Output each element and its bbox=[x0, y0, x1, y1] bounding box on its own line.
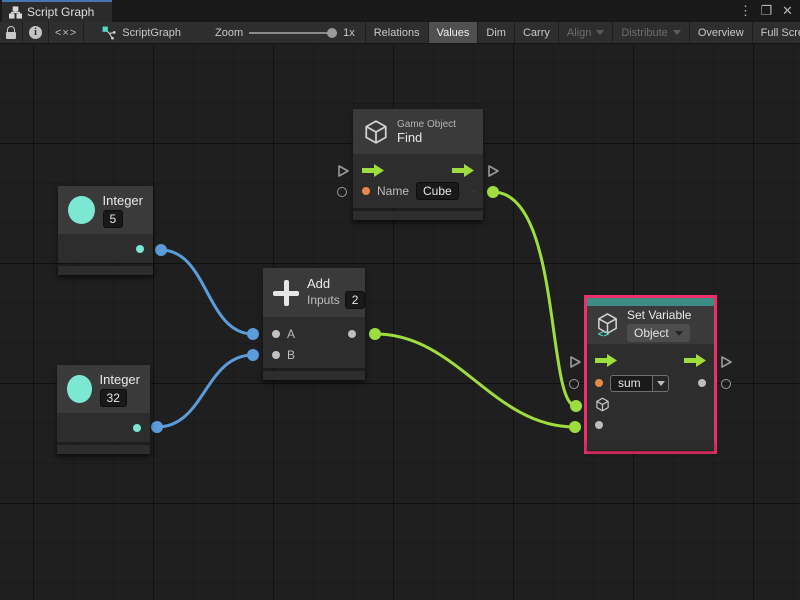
variable-kind-strip bbox=[587, 298, 714, 306]
value-port-marker[interactable] bbox=[337, 187, 347, 197]
script-graph-window: Script Graph ⋮ ❐ ✕ i <×> Script bbox=[0, 0, 800, 600]
chevron-down-icon bbox=[673, 30, 681, 35]
port-b-label: B bbox=[287, 348, 295, 362]
flow-in-arrow-icon[interactable] bbox=[595, 354, 617, 367]
window-menu-button[interactable]: ⋮ bbox=[737, 2, 754, 20]
node-integer-5[interactable]: Integer 5 bbox=[58, 186, 153, 275]
relations-toggle[interactable]: Relations bbox=[366, 22, 429, 43]
flow-port-marker[interactable] bbox=[720, 355, 733, 374]
overview-button[interactable]: Overview bbox=[690, 22, 753, 43]
node-footer bbox=[263, 371, 365, 380]
flow-out-arrow-icon[interactable] bbox=[684, 354, 706, 367]
value-input-port[interactable] bbox=[595, 421, 603, 429]
variable-scope-dropdown[interactable]: Object bbox=[627, 324, 690, 342]
node-title: Add bbox=[307, 276, 365, 291]
variable-name-port[interactable] bbox=[595, 379, 603, 387]
node-add[interactable]: Add Inputs 2 A B bbox=[263, 268, 365, 380]
output-port[interactable] bbox=[348, 330, 356, 338]
inputs-count-field[interactable]: 2 bbox=[345, 291, 366, 309]
inputs-label: Inputs bbox=[307, 293, 340, 307]
integer-literal-icon bbox=[67, 375, 92, 403]
info-icon: i bbox=[29, 26, 42, 39]
name-label: Name bbox=[377, 184, 409, 198]
carry-toggle[interactable]: Carry bbox=[515, 22, 559, 43]
zoom-slider-handle[interactable] bbox=[327, 28, 337, 38]
flow-port-marker[interactable] bbox=[487, 164, 500, 183]
zoom-control: Zoom 1x bbox=[205, 22, 365, 43]
tab-script-graph[interactable]: Script Graph bbox=[2, 0, 112, 22]
flow-in-arrow-icon[interactable] bbox=[362, 164, 384, 177]
game-object-cube-icon bbox=[363, 119, 389, 145]
node-title: Set Variable bbox=[627, 308, 691, 322]
window-controls: ⋮ ❐ ✕ bbox=[737, 0, 796, 22]
game-object-output-port[interactable] bbox=[473, 183, 474, 199]
integer-literal-icon bbox=[68, 196, 95, 224]
lock-icon bbox=[6, 26, 16, 39]
close-button[interactable]: ✕ bbox=[779, 2, 796, 20]
node-category: Game Object bbox=[397, 119, 456, 130]
variable-name-dropdown[interactable]: sum bbox=[610, 375, 669, 392]
node-title: Integer bbox=[100, 372, 140, 387]
title-bar: Script Graph ⋮ ❐ ✕ bbox=[0, 0, 800, 22]
node-integer-32[interactable]: Integer 32 bbox=[57, 365, 150, 454]
code-icon: <×> bbox=[55, 27, 77, 39]
node-title: Integer bbox=[103, 193, 143, 208]
tab-title: Script Graph bbox=[27, 5, 94, 19]
graph-toolbar: i <×> ScriptGraph Zoom 1x Relations Valu… bbox=[0, 22, 800, 44]
script-graph-icon bbox=[102, 26, 116, 40]
chevron-down-icon bbox=[675, 331, 683, 336]
port-a-label: A bbox=[287, 327, 295, 341]
value-port-marker[interactable] bbox=[569, 379, 579, 389]
zoom-slider[interactable] bbox=[249, 27, 337, 39]
graph-breadcrumb[interactable]: ScriptGraph bbox=[92, 22, 191, 43]
node-title: Find bbox=[397, 130, 456, 145]
svg-text:<>: <> bbox=[598, 329, 610, 338]
edit-script-button[interactable]: <×> bbox=[49, 22, 84, 43]
values-toggle[interactable]: Values bbox=[429, 22, 479, 43]
graph-canvas[interactable]: Integer 5 Integer 32 bbox=[0, 44, 800, 600]
value-output-port[interactable] bbox=[698, 379, 706, 387]
fullscreen-button[interactable]: Full Screen bbox=[753, 22, 800, 43]
name-value-field[interactable]: Cube bbox=[416, 182, 459, 200]
name-input-port[interactable] bbox=[362, 187, 370, 195]
flow-out-arrow-icon[interactable] bbox=[452, 164, 474, 177]
set-variable-icon: <> bbox=[595, 313, 620, 338]
flow-port-marker[interactable] bbox=[569, 355, 582, 374]
align-dropdown[interactable]: Align bbox=[559, 22, 613, 43]
input-port-b[interactable] bbox=[272, 351, 280, 359]
zoom-value: 1x bbox=[343, 27, 355, 39]
flow-port-marker[interactable] bbox=[337, 164, 350, 183]
value-port-marker[interactable] bbox=[721, 379, 731, 389]
input-port-a[interactable] bbox=[272, 330, 280, 338]
zoom-label: Zoom bbox=[215, 27, 243, 39]
object-input-port[interactable] bbox=[595, 397, 610, 412]
dim-toggle[interactable]: Dim bbox=[478, 22, 515, 43]
graph-hierarchy-icon bbox=[9, 6, 22, 19]
node-set-variable[interactable]: <> Set Variable Object bbox=[584, 295, 717, 454]
distribute-dropdown[interactable]: Distribute bbox=[613, 22, 689, 43]
lock-button[interactable] bbox=[0, 22, 23, 43]
node-footer bbox=[353, 211, 483, 220]
chevron-down-icon bbox=[657, 381, 665, 386]
chevron-down-icon bbox=[596, 30, 604, 35]
output-port[interactable] bbox=[133, 424, 141, 432]
output-port[interactable] bbox=[136, 245, 144, 253]
node-footer bbox=[58, 266, 153, 275]
inspect-button[interactable]: i bbox=[23, 22, 49, 43]
add-icon bbox=[273, 280, 299, 306]
zoom-slider-track bbox=[249, 32, 337, 34]
integer-value-field[interactable]: 32 bbox=[100, 389, 127, 407]
maximize-button[interactable]: ❐ bbox=[758, 2, 775, 20]
node-game-object-find[interactable]: Game Object Find Name Cube bbox=[353, 109, 483, 220]
graph-name-label: ScriptGraph bbox=[122, 27, 181, 39]
integer-value-field[interactable]: 5 bbox=[103, 210, 124, 228]
node-footer bbox=[57, 445, 150, 454]
node-footer bbox=[587, 441, 714, 450]
